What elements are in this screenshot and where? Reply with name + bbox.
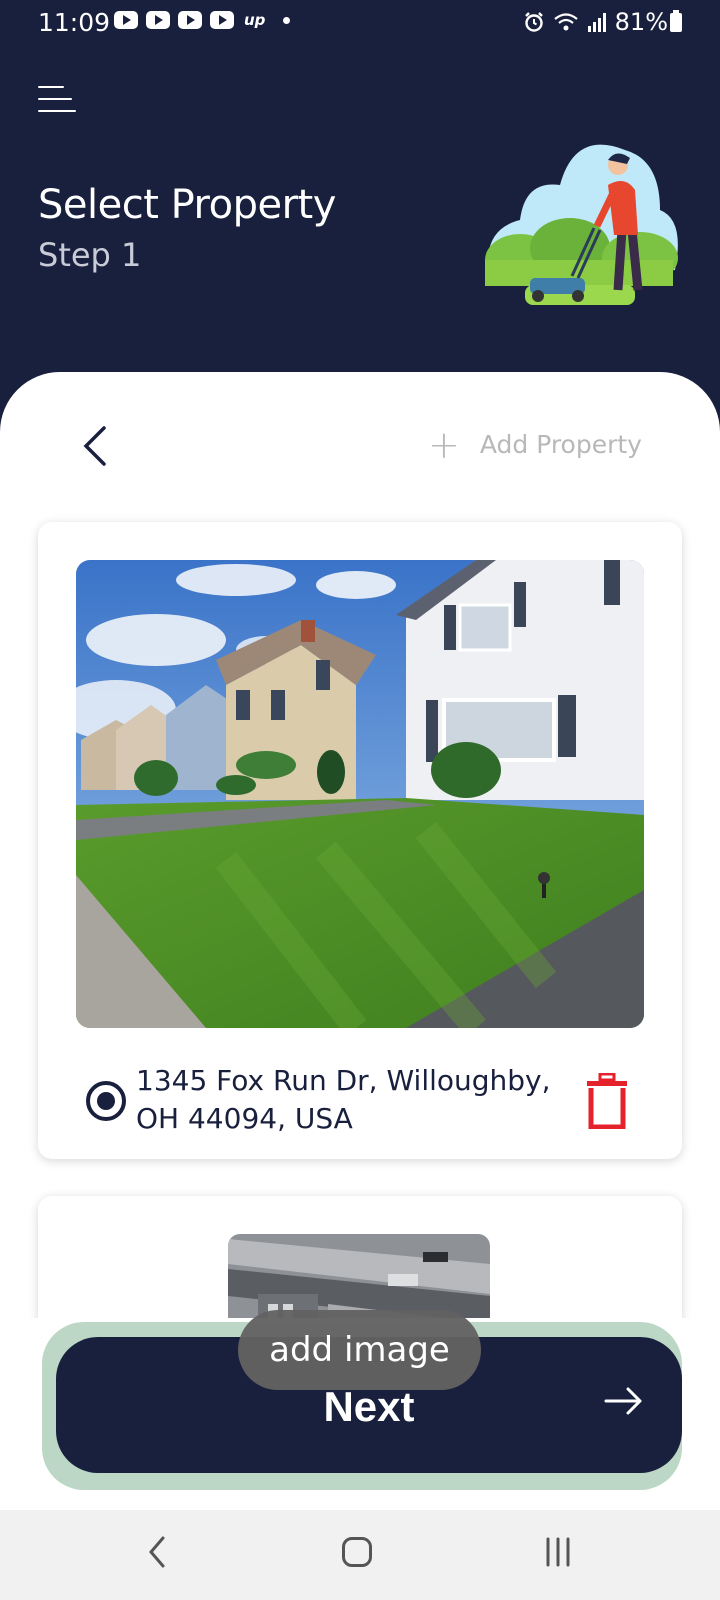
youtube-icon: [146, 11, 170, 29]
youtube-icon: [114, 11, 138, 29]
back-icon[interactable]: [145, 1530, 169, 1574]
youtube-icon: [178, 11, 202, 29]
arrow-right-icon: [604, 1387, 642, 1415]
alarm-icon: [524, 12, 543, 32]
add-property-label: Add Property: [479, 430, 642, 459]
property-card[interactable]: 1345 Fox Run Dr, Willoughby, OH 44094, U…: [38, 522, 682, 1159]
page-title: Select Property: [38, 182, 336, 228]
notification-icons: up: [114, 11, 291, 29]
home-icon[interactable]: [342, 1537, 372, 1567]
recents-icon[interactable]: [544, 1535, 572, 1569]
menu-icon[interactable]: [38, 86, 76, 114]
youtube-icon: [210, 11, 234, 29]
add-property-button[interactable]: + Add Property: [428, 422, 642, 467]
property-address: 1345 Fox Run Dr, Willoughby, OH 44094, U…: [136, 1064, 551, 1135]
signal-icon: [587, 13, 606, 32]
property-card[interactable]: [38, 1196, 682, 1318]
wifi-icon: [553, 13, 578, 31]
upwork-icon: up: [244, 11, 266, 29]
back-chevron-icon[interactable]: [76, 420, 116, 470]
next-button-label: Next: [323, 1383, 415, 1430]
property-photo: [76, 560, 644, 1028]
battery-icon: [670, 10, 682, 32]
property-photo: [228, 1234, 490, 1318]
trash-icon[interactable]: [586, 1073, 628, 1129]
plus-icon: +: [428, 422, 460, 467]
battery-percentage: 81%: [614, 8, 668, 36]
lawn-mowing-illustration: [485, 144, 678, 305]
step-label: Step 1: [38, 236, 142, 274]
system-nav-bar: [0, 1510, 720, 1600]
dot-icon: [283, 16, 291, 24]
property-radio-button[interactable]: [86, 1081, 126, 1121]
status-icons: 81%: [523, 8, 668, 36]
property-list[interactable]: 1345 Fox Run Dr, Willoughby, OH 44094, U…: [0, 500, 720, 1318]
status-time: 11:09: [38, 8, 111, 37]
status-bar: 11:09 up 81%: [0, 0, 720, 46]
toast-message: add image: [238, 1310, 481, 1390]
